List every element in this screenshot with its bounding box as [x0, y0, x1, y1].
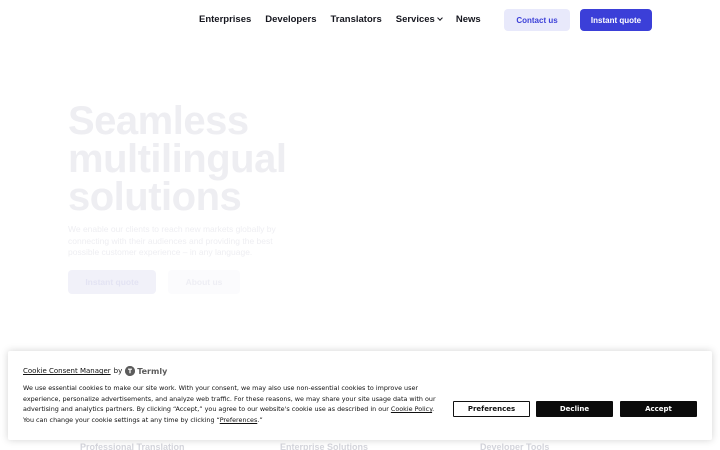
- contact-us-button[interactable]: Contact us: [504, 9, 570, 31]
- section-col-enterprise: Enterprise Solutions: [280, 442, 369, 450]
- hero-title-line: solutions: [68, 175, 242, 219]
- nav-link-news[interactable]: News: [456, 14, 481, 25]
- accept-button[interactable]: Accept: [620, 401, 697, 417]
- section-col-translation: Professional Translation: [80, 442, 185, 450]
- cookie-banner-header: Cookie Consent Manager by Termly: [23, 366, 167, 376]
- decline-button[interactable]: Decline: [536, 401, 613, 417]
- hero-about-us-button[interactable]: About us: [168, 270, 240, 294]
- hero-instant-quote-button[interactable]: Instant quote: [68, 270, 156, 294]
- hero-subtitle: We enable our clients to reach new marke…: [68, 224, 276, 257]
- section-col-developer: Developer Tools: [480, 442, 550, 450]
- nav-link-enterprises[interactable]: Enterprises: [199, 14, 251, 25]
- cookie-text-part1: We use essential cookies to make our sit…: [23, 384, 436, 413]
- preferences-link[interactable]: Preferences: [220, 416, 258, 424]
- cookie-consent-banner: Cookie Consent Manager by Termly We use …: [8, 351, 712, 440]
- cookie-policy-link[interactable]: Cookie Policy: [391, 405, 432, 413]
- hero-title: Seamless multilingual solutions: [68, 99, 328, 219]
- nav-link-developers[interactable]: Developers: [265, 14, 316, 25]
- cookie-consent-manager-link[interactable]: Cookie Consent Manager: [23, 367, 111, 375]
- nav-links: Enterprises Developers Translators Servi…: [199, 14, 495, 25]
- by-text: by: [113, 367, 123, 375]
- top-navigation: Enterprises Developers Translators Servi…: [0, 0, 720, 40]
- chevron-down-icon: [436, 15, 443, 21]
- nav-link-services[interactable]: Services: [395, 14, 443, 25]
- termly-logo: Termly: [125, 366, 167, 376]
- hero-title-line: multilingual: [68, 137, 287, 181]
- termly-wordmark: Termly: [137, 366, 168, 376]
- instant-quote-button[interactable]: Instant quote: [580, 9, 652, 31]
- termly-icon: [125, 366, 136, 376]
- preferences-button[interactable]: Preferences: [453, 401, 530, 417]
- cookie-description: We use essential cookies to make our sit…: [23, 383, 441, 425]
- nav-link-services-label: Services: [395, 14, 435, 25]
- hero-title-line: Seamless: [68, 99, 249, 143]
- cookie-text-part3: .”: [257, 415, 263, 424]
- nav-link-translators[interactable]: Translators: [331, 14, 382, 25]
